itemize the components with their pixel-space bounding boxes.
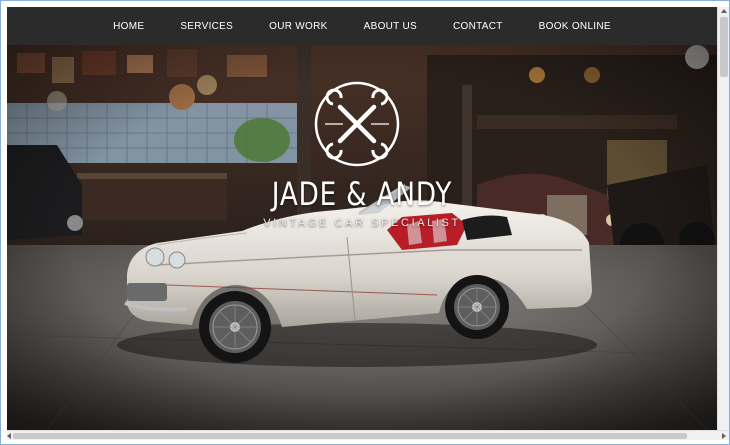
vertical-scrollbar-thumb[interactable] [720,17,728,77]
browser-window: HOME SERVICES OUR WORK ABOUT US CONTACT … [0,0,730,445]
page-viewport: HOME SERVICES OUR WORK ABOUT US CONTACT … [7,7,717,430]
main-navigation: HOME SERVICES OUR WORK ABOUT US CONTACT … [7,7,717,45]
garage-background-image [7,45,717,430]
nav-item-book-online[interactable]: BOOK ONLINE [521,21,629,32]
horizontal-scrollbar[interactable] [7,430,729,440]
nav-item-about-us[interactable]: ABOUT US [346,21,435,32]
nav-item-home[interactable]: HOME [95,21,162,32]
hero-section: JADE & ANDY VINTAGE CAR SPECIALIST [7,45,717,430]
nav-item-services[interactable]: SERVICES [162,21,251,32]
scroll-right-arrow-icon[interactable] [722,433,726,439]
scroll-left-arrow-icon[interactable] [7,433,11,439]
vertical-scrollbar[interactable] [717,7,729,430]
scroll-up-arrow-icon[interactable] [721,9,727,13]
nav-item-contact[interactable]: CONTACT [435,21,521,32]
nav-item-our-work[interactable]: OUR WORK [251,21,346,32]
horizontal-scrollbar-thumb[interactable] [13,433,687,439]
